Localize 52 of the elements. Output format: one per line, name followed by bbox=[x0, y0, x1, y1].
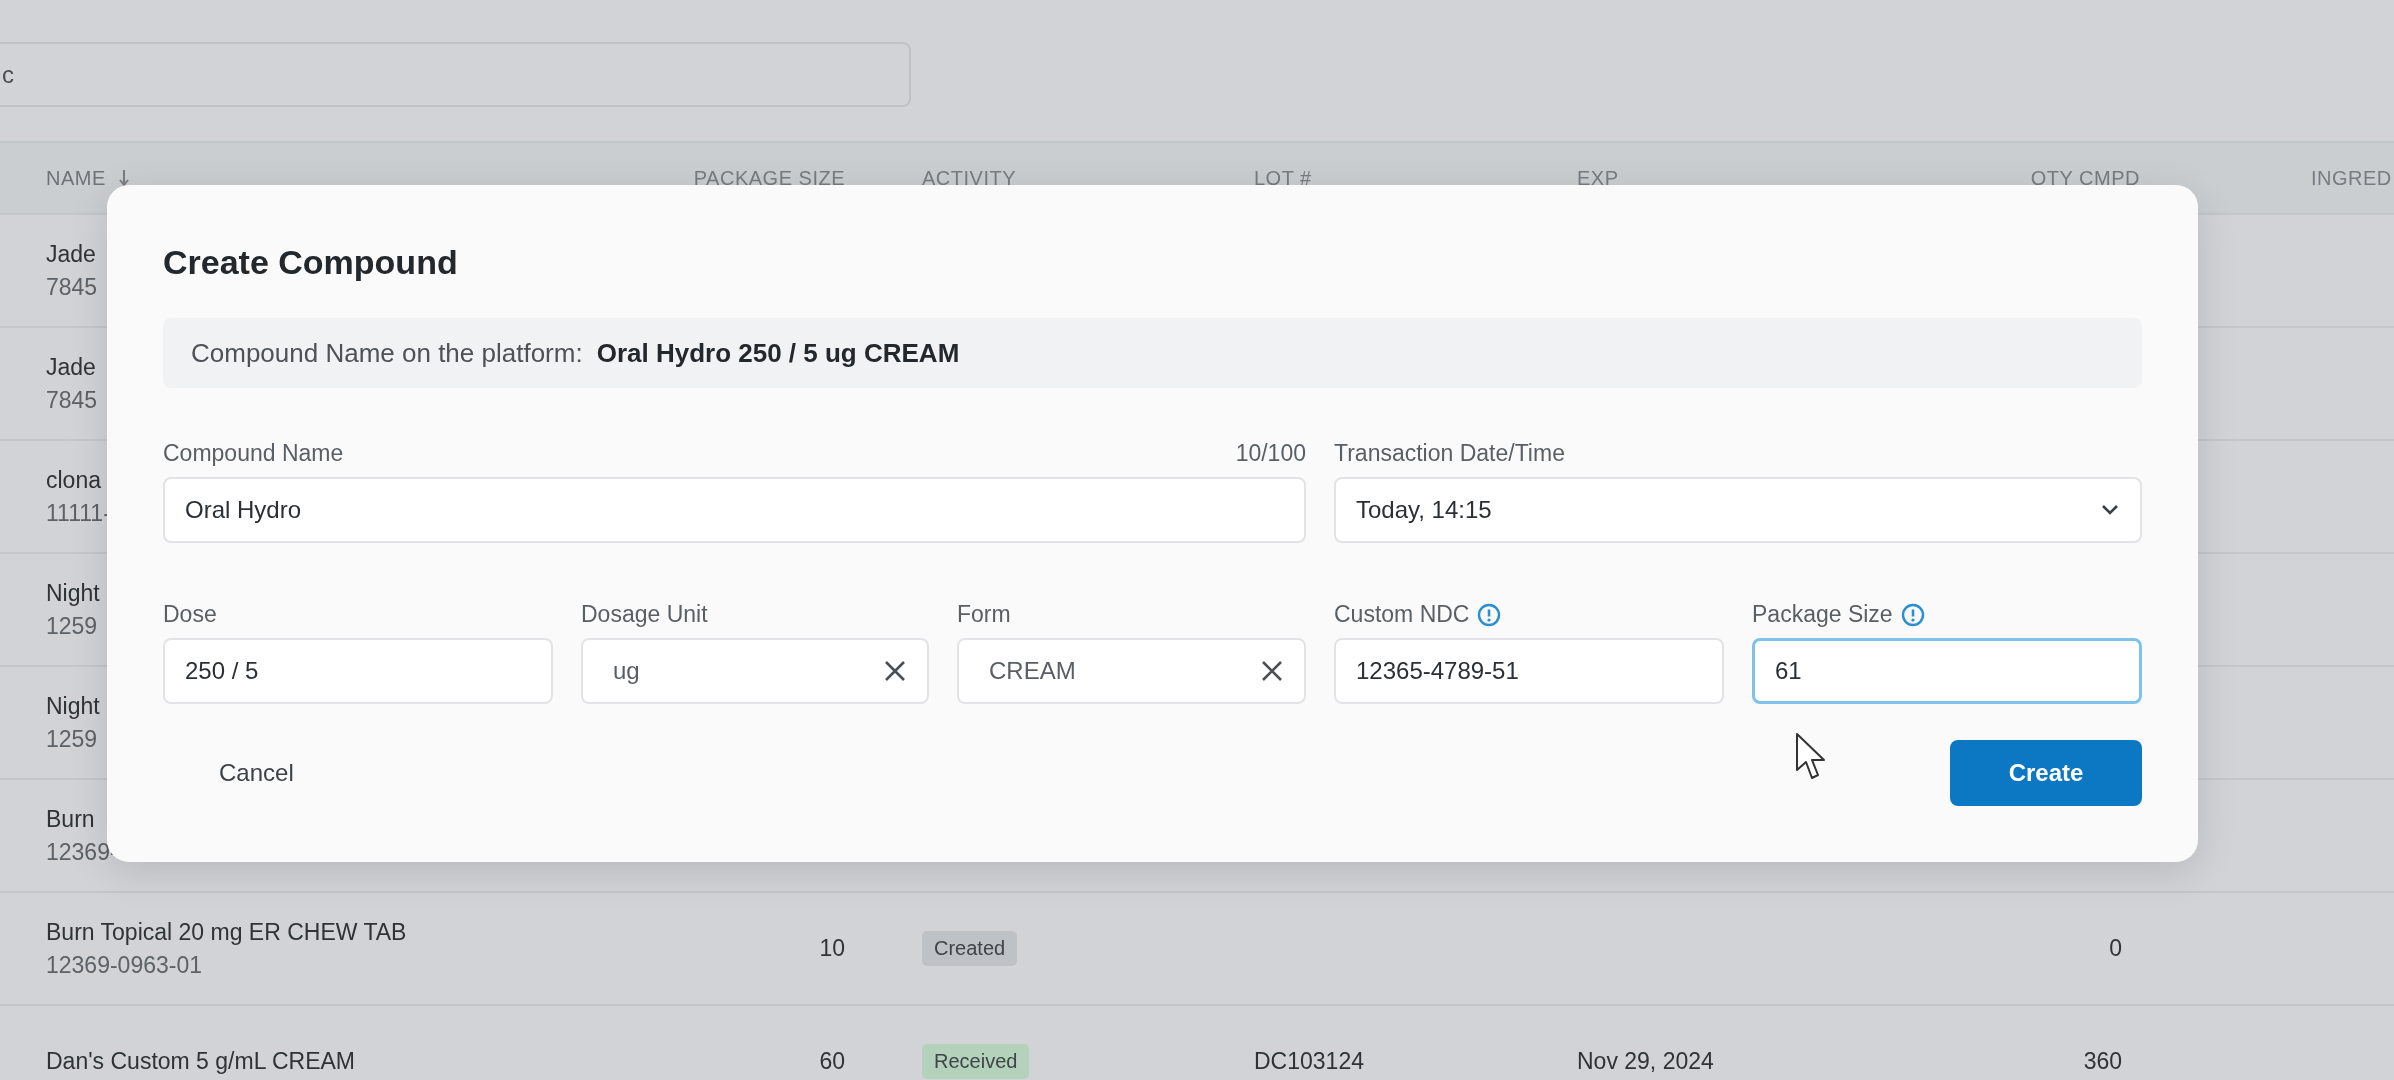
clear-icon[interactable] bbox=[883, 659, 907, 683]
compound-name: Dan's Custom 5 g/mL CREAM bbox=[46, 1048, 356, 1075]
compound-name: Night bbox=[46, 692, 100, 720]
ndc-code: 11111- bbox=[46, 499, 111, 527]
quantity: 360 bbox=[2083, 1048, 2122, 1074]
cancel-button[interactable]: Cancel bbox=[163, 745, 350, 801]
character-counter: 10/100 bbox=[1235, 440, 1306, 467]
clear-icon[interactable] bbox=[1260, 659, 1284, 683]
chevron-icon bbox=[2100, 504, 2120, 516]
lot-number: DC103124 bbox=[1254, 1048, 1364, 1074]
date-time-select[interactable]: Today, 14:15 bbox=[1334, 477, 2142, 543]
input-field[interactable]: Oral Hydro bbox=[163, 477, 1306, 543]
ndc-code: 12369-0963-01 bbox=[46, 951, 203, 979]
select-field[interactable]: CREAM bbox=[957, 638, 1306, 704]
field-label: Compound Name bbox=[163, 440, 344, 467]
ndc-code: 12369- bbox=[46, 838, 118, 866]
compound-name: Burn Topical 20 mg ER CHEW TAB bbox=[46, 918, 407, 946]
ndc-code: 7845 bbox=[46, 386, 98, 414]
activity-badge: Created bbox=[922, 931, 1018, 966]
field-label: Dose bbox=[163, 601, 217, 628]
field-label: Form bbox=[957, 601, 1011, 628]
quantity: 0 bbox=[2109, 935, 2122, 961]
ndc-code: 7845 bbox=[46, 273, 98, 301]
dialog-title: Create Compound bbox=[163, 243, 459, 282]
input-field[interactable]: 61 bbox=[1752, 638, 2142, 704]
info-icon[interactable] bbox=[1900, 602, 1925, 627]
info-icon[interactable] bbox=[1477, 602, 1502, 627]
cursor-icon bbox=[1795, 732, 1827, 782]
expiry-date: Nov 29, 2024 bbox=[1577, 1048, 1714, 1074]
field-label: Custom NDC bbox=[1334, 601, 1470, 628]
compound-name: Burn bbox=[46, 805, 95, 833]
activity-badge: Received bbox=[922, 1044, 1030, 1079]
compound-name: Jade bbox=[46, 240, 96, 268]
field-label: Package Size bbox=[1752, 601, 1893, 628]
preview-value: Oral Hydro 250 / 5 ug CREAM bbox=[596, 337, 960, 369]
package-size: 10 bbox=[819, 935, 845, 961]
compound-name: clona bbox=[46, 466, 101, 494]
field-label: Dosage Unit bbox=[581, 601, 708, 628]
search-field[interactable]: c bbox=[0, 42, 911, 107]
sort-arrow-icon[interactable] bbox=[117, 168, 130, 188]
select-field[interactable]: ug bbox=[581, 638, 929, 704]
ndc-code: 1259 bbox=[46, 725, 98, 753]
package-size: 60 bbox=[819, 1048, 845, 1074]
ndc-code: 1259 bbox=[46, 612, 98, 640]
field-label: Transaction Date/Time bbox=[1334, 440, 1565, 467]
compound-name: Jade bbox=[46, 353, 96, 381]
input-field[interactable]: 12365-4789-51 bbox=[1334, 638, 1724, 704]
compound-name: Night bbox=[46, 579, 100, 607]
preview-label: Compound Name on the platform: bbox=[191, 337, 583, 369]
create-button[interactable]: Create bbox=[1950, 740, 2142, 806]
column-header[interactable]: NAME bbox=[46, 166, 106, 190]
input-field[interactable]: 250 / 5 bbox=[163, 638, 553, 704]
